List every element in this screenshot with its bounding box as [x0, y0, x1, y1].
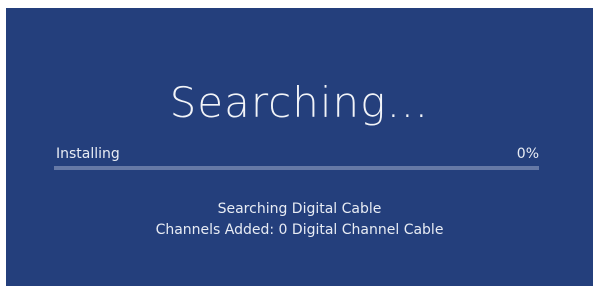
- channel-scan-panel: Searching… Installing 0% Searching Digit…: [6, 8, 593, 286]
- progress-percent: 0%: [516, 146, 539, 162]
- scan-status-text: Searching Digital Cable: [217, 201, 382, 217]
- channels-added-text: Channels Added: 0 Digital Channel Cable: [155, 222, 444, 238]
- page-title: Searching…: [169, 78, 430, 127]
- progress-bar: [54, 166, 539, 170]
- progress-label: Installing: [56, 146, 120, 162]
